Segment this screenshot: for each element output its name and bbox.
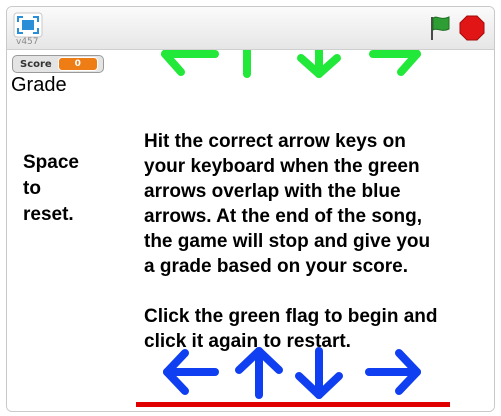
green-left-arrow-icon xyxy=(161,50,219,76)
reset-hint: Space to reset. xyxy=(23,150,103,228)
green-flag-icon[interactable] xyxy=(427,14,453,42)
score-value: 0 xyxy=(57,57,98,71)
blue-arrows xyxy=(163,347,421,399)
blue-right-arrow-icon xyxy=(365,349,421,395)
stage[interactable]: Score 0 Grade Space to reset. Hit the co… xyxy=(7,50,494,411)
fullscreen-icon[interactable] xyxy=(13,12,43,38)
blue-left-arrow-icon xyxy=(163,349,219,395)
reset-hint-line: Space xyxy=(23,152,79,173)
green-right-arrow-icon xyxy=(369,50,421,76)
version-label: v457 xyxy=(16,37,39,47)
score-monitor: Score 0 xyxy=(12,55,104,73)
instructions-text: Hit the correct arrow keys on your keybo… xyxy=(144,129,489,354)
stop-sign-icon[interactable] xyxy=(459,15,485,41)
blue-up-arrow-icon xyxy=(235,347,283,399)
reset-hint-line: reset. xyxy=(23,204,74,225)
instructions-line: the game will stop and give you xyxy=(144,231,431,252)
hit-line xyxy=(136,402,450,407)
reset-hint-line: to xyxy=(23,178,41,199)
instructions-paragraph-1: Hit the correct arrow keys on your keybo… xyxy=(144,129,489,279)
score-label: Score xyxy=(20,58,52,70)
grade-label: Grade xyxy=(11,74,67,96)
instructions-line: Click the green flag to begin and xyxy=(144,306,438,327)
instructions-line: click it again to restart. xyxy=(144,331,351,352)
blue-down-arrow-icon xyxy=(295,347,343,399)
green-down-arrow-icon xyxy=(297,50,341,78)
instructions-line: Hit the correct arrow keys on xyxy=(144,131,406,152)
instructions-line: a grade based on your score. xyxy=(144,256,408,277)
instructions-line: arrows overlap with the blue xyxy=(144,181,401,202)
instructions-line: your keyboard when the green xyxy=(144,156,420,177)
player-titlebar: v457 xyxy=(7,7,494,50)
instructions-paragraph-2: Click the green flag to begin and click … xyxy=(144,304,489,354)
green-arrows xyxy=(161,50,421,78)
instructions-line: arrows. At the end of the song, xyxy=(144,206,422,227)
project-player: v457 Score 0 Grade Space to reset. Hit t… xyxy=(6,6,495,412)
